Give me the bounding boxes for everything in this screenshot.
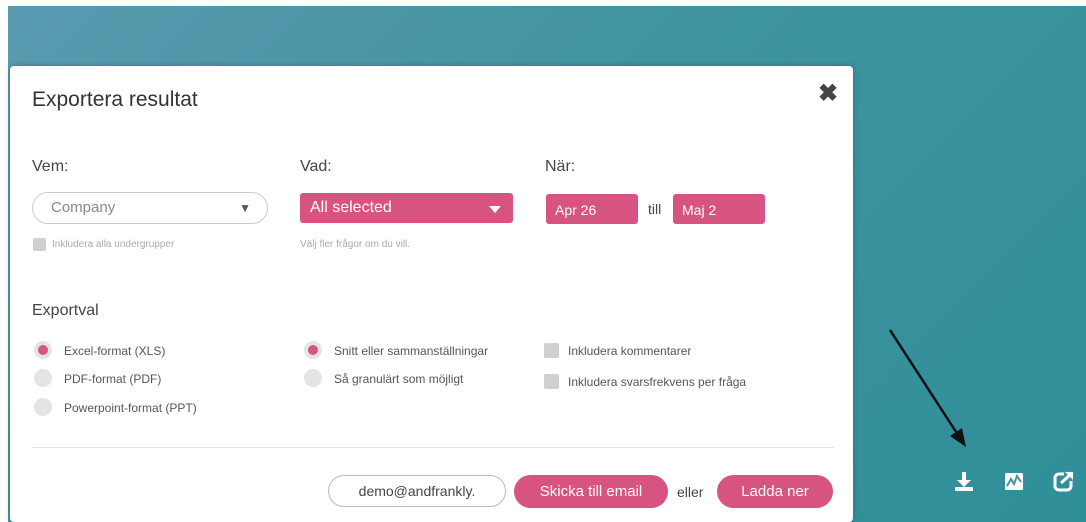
format-radio-xls[interactable] <box>34 341 52 359</box>
include-response-rate-label: Inkludera svarsfrekvens per fråga <box>568 375 747 389</box>
format-label-pdf: PDF-format (PDF) <box>64 372 162 386</box>
share-icon[interactable] <box>1053 470 1075 497</box>
granularity-radio-summary[interactable] <box>304 341 322 359</box>
include-subgroups-label: Inkludera alla undergrupper <box>52 239 175 250</box>
download-button[interactable]: Ladda ner <box>717 475 833 508</box>
email-input[interactable]: demo@andfrankly. <box>328 475 506 507</box>
questions-select-value: All selected <box>310 199 392 216</box>
granularity-radio-granular[interactable] <box>304 369 322 387</box>
include-response-rate-checkbox[interactable] <box>544 374 559 389</box>
annotation-arrow <box>888 329 966 447</box>
what-label: Vad: <box>300 158 332 175</box>
format-label-ppt: Powerpoint-format (PPT) <box>64 401 197 415</box>
close-icon[interactable]: ✖ <box>818 82 838 106</box>
include-comments-label: Inkludera kommentarer <box>568 344 692 358</box>
export-options-heading: Exportval <box>32 302 99 319</box>
download-icon[interactable] <box>953 470 975 497</box>
or-text: eller <box>677 484 704 500</box>
when-label: När: <box>545 158 576 175</box>
export-dialog: Exportera resultat ✖ Vem: Company ▼ Inkl… <box>10 66 853 522</box>
group-select-value: Company <box>51 199 116 216</box>
format-radio-pdf[interactable] <box>34 369 52 387</box>
questions-select[interactable]: All selected <box>300 193 513 223</box>
questions-hint: Välj fler frågor om du vill. <box>300 239 411 250</box>
who-label: Vem: <box>32 158 69 175</box>
granularity-label-summary: Snitt eller sammanställningar <box>334 344 489 358</box>
chart-icon[interactable] <box>1003 470 1025 497</box>
chevron-down-icon: ▼ <box>239 201 251 215</box>
format-label-xls: Excel-format (XLS) <box>64 344 166 358</box>
send-email-button[interactable]: Skicka till email <box>514 475 668 508</box>
granularity-label-granular: Så granulärt som möjligt <box>334 372 464 386</box>
date-separator: till <box>648 201 662 217</box>
include-comments-checkbox[interactable] <box>544 343 559 358</box>
group-select[interactable]: Company ▼ <box>32 192 268 224</box>
format-radio-ppt[interactable] <box>34 398 52 416</box>
dialog-title: Exportera resultat <box>32 88 198 111</box>
date-to-field[interactable]: Maj 2 <box>673 194 765 224</box>
include-subgroups-checkbox[interactable] <box>33 238 46 251</box>
divider <box>32 447 834 448</box>
caret-down-icon <box>489 206 501 213</box>
date-from-field[interactable]: Apr 26 <box>546 194 638 224</box>
